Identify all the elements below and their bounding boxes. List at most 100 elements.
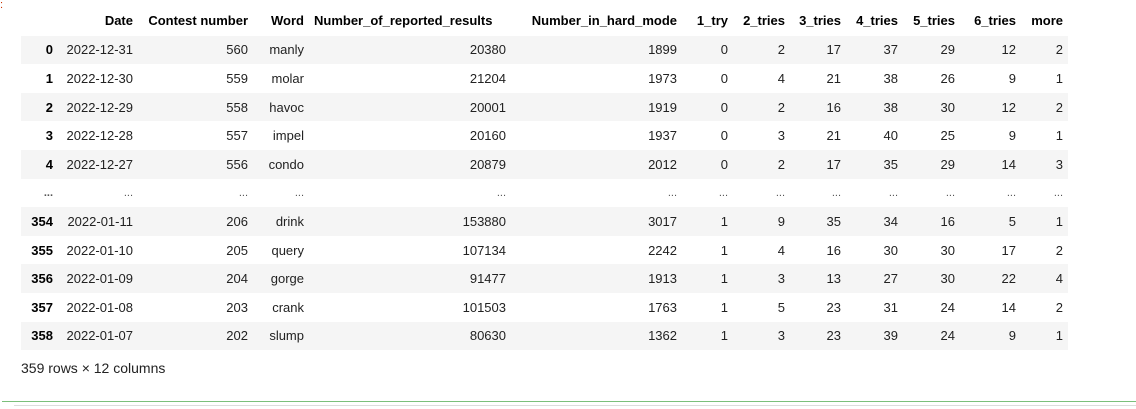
table-cell: ... [775,186,785,199]
column-header: 5_tries [903,6,960,36]
table-cell: 107134 [462,242,506,258]
row-index: 356 [31,271,53,287]
table-cell: ... [496,186,506,199]
table-cell: 24 [940,328,955,344]
table-cell: 1 [1055,328,1063,344]
table-cell: 2022-12-30 [66,70,134,86]
table-cell: 20160 [469,128,506,144]
dataframe-table: Date Contest number Word Number_of_reported… [21,6,1068,351]
table-cell: 1899 [648,42,677,58]
column-header: Number_in_hard_mode [511,6,682,36]
table-cell: 1 [720,299,728,315]
table-cell: 12 [1001,42,1016,58]
table-cell: 1 [1055,213,1063,229]
table-cell: 2022-01-10 [66,242,134,258]
column-header: more [1021,6,1068,36]
table-cell: 30 [940,271,955,287]
table-cell: 0 [720,99,728,115]
table-row: ....................................... [21,178,1068,208]
table-cell: 5 [777,299,785,315]
table-cell: 17 [1001,242,1016,258]
table-cell: 558 [226,99,248,115]
row-index: 4 [45,156,53,172]
table-cell: ... [294,186,304,199]
table-cell: 2022-01-09 [66,271,134,287]
table-cell: 101503 [462,299,506,315]
column-header: Contest number [138,6,253,36]
table-cell: 14 [1001,299,1016,315]
table-cell: 9 [1008,128,1016,144]
table-cell: query [271,242,304,258]
table-cell: 23 [826,328,841,344]
table-cell: 2 [1055,99,1063,115]
table-cell: 27 [883,271,898,287]
row-index: 2 [45,99,53,115]
table-cell: ... [888,186,898,199]
table-cell: 16 [826,242,841,258]
table-cell: 557 [226,128,248,144]
table-cell: 35 [883,156,898,172]
table-cell: 24 [940,299,955,315]
table-cell: molar [271,70,304,86]
table-cell: 1 [1055,128,1063,144]
table-cell: 35 [826,213,841,229]
table-cell: 2 [1055,242,1063,258]
table-cell: 21 [826,70,841,86]
table-cell: 20879 [469,156,506,172]
table-cell: gorge [270,271,304,287]
table-cell: ... [123,186,133,199]
table-cell: 2022-01-11 [67,213,133,229]
table-cell: 22 [1001,271,1016,287]
table-cell: 5 [1008,213,1016,229]
table-cell: 1973 [648,70,677,86]
table-cell: slump [269,328,304,344]
table-cell: 2022-01-08 [66,299,134,315]
table-cell: 2 [1055,42,1063,58]
column-header: 6_tries [960,6,1021,36]
row-index: ... [43,186,53,199]
table-cell: 9 [1008,70,1016,86]
table-cell: 23 [826,299,841,315]
table-cell: havoc [269,99,304,115]
table-cell: 1 [720,213,728,229]
table-cell: 31 [883,299,898,315]
table-cell: impel [272,128,304,144]
table-row: 356 2022-01-09 204 gorge 91477 1913 1 3 13 27 30 22… [21,264,1068,293]
table-row: 354 2022-01-11 206 drink 153880 3017 1 9 35 34 16 5… [21,207,1068,236]
row-index: 354 [31,213,53,229]
table-cell: crank [272,299,304,315]
table-cell: 16 [940,213,955,229]
table-cell: 0 [720,70,728,86]
table-cell: 4 [1055,271,1063,287]
column-header: Number_of_reported_results [309,6,511,36]
table-cell: 1 [1055,70,1063,86]
table-cell: 1 [720,242,728,258]
table-cell: 80630 [469,328,506,344]
table-cell: 9 [777,213,785,229]
column-header: Word [253,6,309,36]
table-cell: 2242 [648,242,677,258]
table-cell: 1 [720,271,728,287]
table-cell: 20001 [469,99,506,115]
table-cell: 91477 [469,271,506,287]
column-header: Date [58,6,138,36]
table-cell: ... [718,186,728,199]
table-row: 0 2022-12-31 560 manly 20380 1899 0 2 17 37 29 12 2 [21,35,1068,65]
table-cell: 202 [226,328,248,344]
table-cell: 1763 [648,299,677,315]
table-cell: 39 [883,328,898,344]
table-cell: 1 [720,328,728,344]
table-cell: 25 [940,128,955,144]
table-cell: ... [1053,186,1063,199]
table-cell: 40 [883,128,898,144]
table-cell: 2 [1055,299,1063,315]
column-header: 2_tries [733,6,790,36]
table-cell: 2022-01-07 [66,328,134,344]
table-row: 4 2022-12-27 556 condo 20879 2012 0 2 17 35 29 14 3 [21,149,1068,179]
table-cell: 2022-12-29 [66,99,134,115]
table-row: 355 2022-01-10 205 query 107134 2242 1 4 16 30 30 1… [21,235,1068,265]
table-cell: 38 [883,70,898,86]
dataframe-output: Date Contest number Word Number_of_reported… [21,6,1068,376]
row-index: 3 [45,128,53,144]
table-cell: 34 [883,213,898,229]
